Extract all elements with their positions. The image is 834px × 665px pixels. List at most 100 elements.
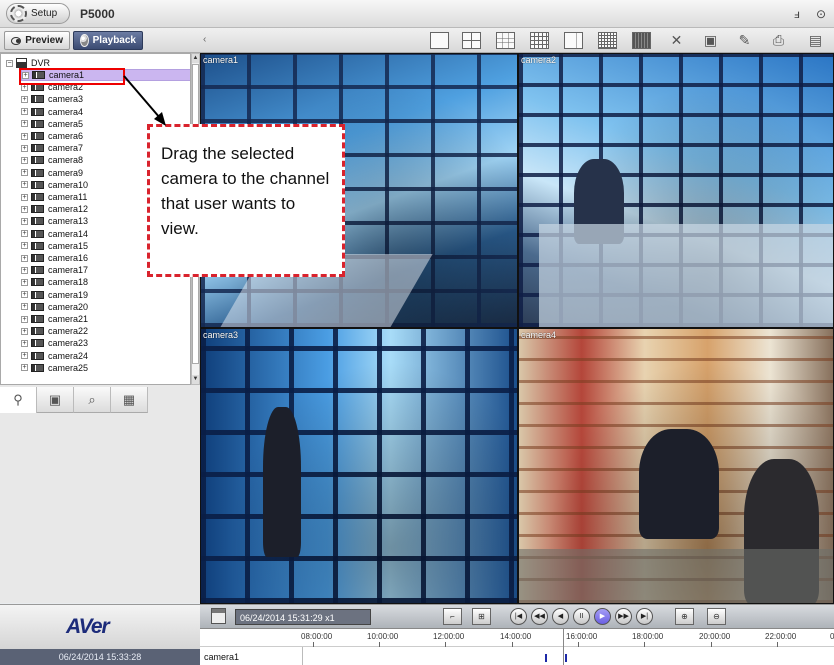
minimize-button[interactable]: ⅎ — [794, 7, 800, 21]
close-button[interactable]: ⊙ — [816, 7, 826, 21]
tree-camera-item[interactable]: + camera13 — [21, 215, 88, 227]
fullscreen-icon[interactable]: ✕ — [667, 32, 686, 49]
layout-custom-icon[interactable] — [564, 32, 583, 49]
playhead[interactable] — [563, 629, 564, 665]
expand-icon[interactable]: + — [21, 193, 28, 201]
tree-camera-item[interactable]: + camera21 — [21, 313, 88, 325]
next-segment-button[interactable]: ▶| — [636, 608, 653, 625]
brand-logo: AVer — [66, 615, 110, 638]
camera-label: camera17 — [48, 265, 89, 276]
expand-icon[interactable]: + — [21, 156, 28, 164]
video-channel-4[interactable]: camera4 — [518, 328, 834, 604]
zoom-in-timeline-button[interactable]: ⊕ — [675, 608, 694, 625]
snapshot-icon[interactable]: ▣ — [701, 32, 720, 49]
layout-4x4-icon[interactable] — [530, 32, 549, 49]
expand-icon[interactable]: + — [21, 242, 28, 250]
expand-icon[interactable]: + — [21, 169, 28, 177]
tree-camera-item[interactable]: + camera7 — [21, 142, 83, 154]
tree-camera-item[interactable]: + camera25 — [21, 362, 88, 374]
zoom-out-timeline-button[interactable]: ⊖ — [707, 608, 726, 625]
camera-label: camera6 — [48, 131, 84, 141]
tree-camera-item[interactable]: + camera16 — [21, 252, 88, 264]
tree-camera-item[interactable]: + camera23 — [21, 337, 88, 349]
tree-camera-item[interactable]: + camera20 — [21, 301, 88, 313]
timeline-axis: 08:00:00 10:00:00 12:00:00 14:00:00 16:00:00… — [200, 629, 834, 647]
expand-icon[interactable]: + — [21, 181, 28, 189]
tree-root-label: DVR — [31, 58, 51, 68]
tab-search[interactable]: ⌕ — [74, 387, 111, 413]
tree-camera-item[interactable]: + camera18 — [21, 276, 88, 288]
expand-icon[interactable]: + — [21, 339, 28, 347]
storage-icon[interactable]: ▤ — [806, 32, 825, 49]
timeline[interactable]: 08:00:00 10:00:00 12:00:00 14:00:00 16:00:00… — [200, 629, 834, 665]
playback-button[interactable]: Playback — [73, 31, 143, 50]
tree-camera-item[interactable]: + camera24 — [21, 350, 88, 362]
expand-icon[interactable]: + — [21, 315, 28, 323]
camera-label: camera20 — [48, 301, 89, 312]
tree-camera-item[interactable]: + camera8 — [21, 154, 83, 166]
pause-button[interactable]: II — [573, 608, 590, 625]
tree-camera-item[interactable]: + camera11 — [21, 191, 87, 203]
expand-icon[interactable]: + — [21, 352, 28, 360]
camera-icon — [31, 107, 44, 116]
expand-icon[interactable]: + — [21, 217, 28, 225]
scroll-down-icon[interactable]: ▼ — [192, 375, 199, 384]
clip-button[interactable]: ⊞ — [472, 608, 491, 625]
tree-camera-item[interactable]: + camera6 — [21, 130, 83, 142]
layout-2x2-icon[interactable] — [462, 32, 481, 49]
expand-icon[interactable]: + — [21, 278, 28, 286]
video-channel-2[interactable]: camera2 — [518, 53, 834, 328]
print-icon[interactable]: ⎙ — [769, 32, 788, 49]
video-channel-3[interactable]: camera3 — [200, 328, 518, 604]
expand-icon[interactable]: + — [21, 120, 28, 128]
marker-button[interactable]: ⌐ — [443, 608, 462, 625]
tree-camera-item[interactable]: + camera9 — [21, 167, 83, 179]
step-back-button[interactable]: ◀ — [552, 608, 569, 625]
expand-icon[interactable]: + — [21, 230, 28, 238]
tree-camera-item[interactable]: + camera15 — [21, 240, 88, 252]
camera-icon — [31, 95, 44, 104]
calendar-icon[interactable] — [211, 608, 226, 624]
tree-camera-item[interactable]: + camera5 — [21, 118, 83, 130]
camera-label: camera5 — [48, 118, 84, 129]
layout-5x5-icon[interactable] — [598, 32, 617, 49]
camera-label: camera12 — [48, 204, 89, 215]
previous-segment-button[interactable]: |◀ — [510, 608, 527, 625]
camera-icon — [31, 278, 44, 287]
tree-camera-item[interactable]: + camera17 — [21, 264, 88, 276]
collapse-panel-button[interactable]: ‹ — [203, 34, 206, 45]
tree-camera-item[interactable]: + camera14 — [21, 228, 88, 240]
tree-camera-item[interactable]: + camera19 — [21, 289, 88, 301]
expand-icon[interactable]: + — [21, 303, 28, 311]
setup-button[interactable]: Setup — [6, 3, 70, 24]
expand-icon[interactable]: + — [21, 254, 28, 262]
edit-icon[interactable]: ✎ — [735, 32, 754, 49]
tree-camera-item[interactable]: + camera10 — [21, 179, 88, 191]
rewind-button[interactable]: ◀◀ — [531, 608, 548, 625]
playback-time-field[interactable]: 06/24/2014 15:31:29 x1 — [235, 609, 371, 625]
tree-camera-item[interactable]: + camera3 — [21, 93, 83, 105]
camera-label: camera18 — [48, 277, 89, 288]
expand-icon[interactable]: + — [21, 327, 28, 335]
expand-icon[interactable]: + — [21, 266, 28, 274]
layout-6x6-icon[interactable] — [632, 32, 651, 49]
play-button[interactable]: ▶ — [594, 608, 611, 625]
expand-icon[interactable]: + — [21, 205, 28, 213]
expand-icon[interactable]: + — [21, 132, 28, 140]
layout-3x3-icon[interactable] — [496, 32, 515, 49]
expand-icon[interactable]: + — [21, 364, 28, 372]
fast-forward-button[interactable]: ▶▶ — [615, 608, 632, 625]
tab-event[interactable]: ▣ — [37, 387, 74, 413]
preview-button[interactable]: Preview — [4, 31, 70, 50]
expand-icon[interactable]: + — [21, 144, 28, 152]
tab-album[interactable]: ▦ — [111, 387, 148, 413]
expand-icon[interactable]: + — [21, 291, 28, 299]
tree-camera-item[interactable]: + camera12 — [21, 203, 88, 215]
tree-camera-item[interactable]: + camera22 — [21, 325, 88, 337]
expand-icon[interactable]: + — [21, 95, 28, 103]
tab-device-tree[interactable]: ⚲ — [0, 387, 37, 413]
scroll-up-icon[interactable]: ▲ — [192, 54, 199, 63]
tree-camera-item[interactable]: + camera4 — [21, 106, 83, 118]
expand-icon[interactable]: + — [21, 108, 28, 116]
layout-1x1-icon[interactable] — [430, 32, 449, 49]
